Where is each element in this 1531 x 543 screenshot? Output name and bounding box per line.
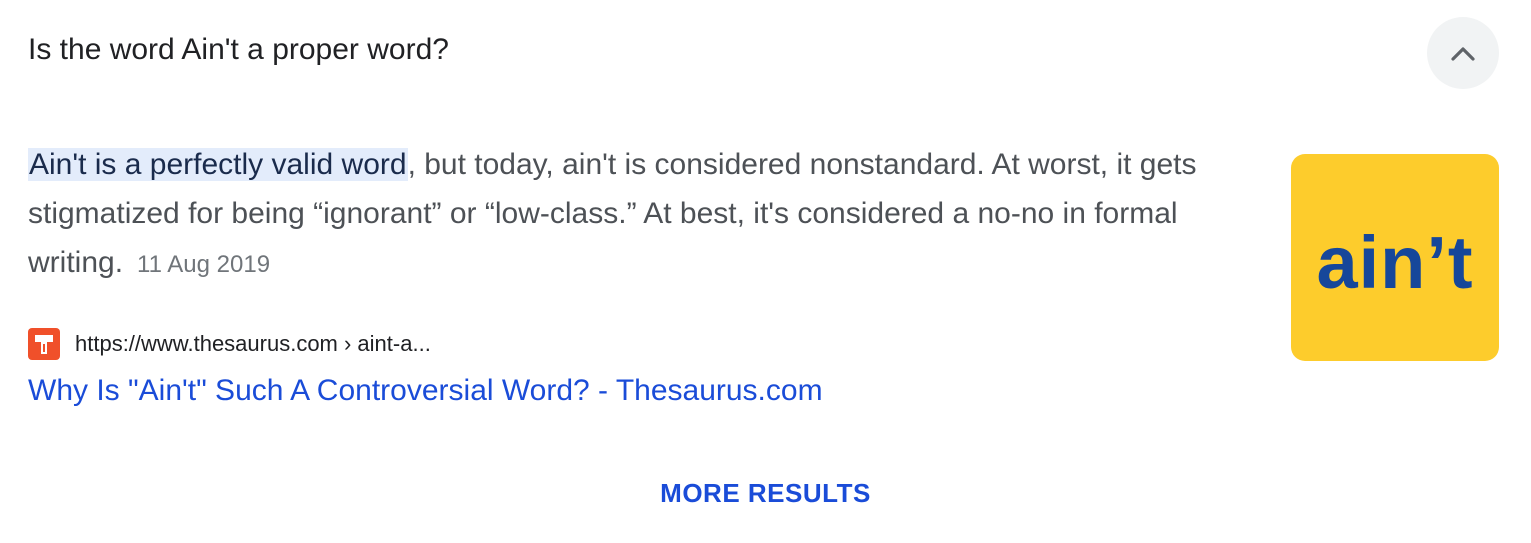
source-url[interactable]: https://www.thesaurus.com › aint-a... xyxy=(75,331,431,357)
answer-highlight: Ain't is a perfectly valid word xyxy=(28,148,408,181)
thesaurus-favicon-icon xyxy=(28,328,60,360)
source-citation[interactable]: https://www.thesaurus.com › aint-a... xyxy=(28,328,431,360)
answer-date: 11 Aug 2019 xyxy=(137,251,271,278)
result-title-link[interactable]: Why Is "Ain't" Such A Controversial Word… xyxy=(28,374,823,408)
more-results-label[interactable]: MORE RESULTS xyxy=(656,478,875,508)
answer-snippet: Ain't is a perfectly valid word, but tod… xyxy=(28,140,1268,289)
question-header[interactable]: Is the word Ain't a proper word? xyxy=(0,0,1531,108)
collapse-button[interactable] xyxy=(1427,17,1499,89)
chevron-up-icon xyxy=(1449,44,1477,62)
more-results-button[interactable]: MORE RESULTS xyxy=(0,478,1531,509)
result-thumbnail[interactable]: ain’t xyxy=(1291,154,1499,361)
thumbnail-text: ain’t xyxy=(1316,221,1474,304)
question-text[interactable]: Is the word Ain't a proper word? xyxy=(28,33,449,67)
